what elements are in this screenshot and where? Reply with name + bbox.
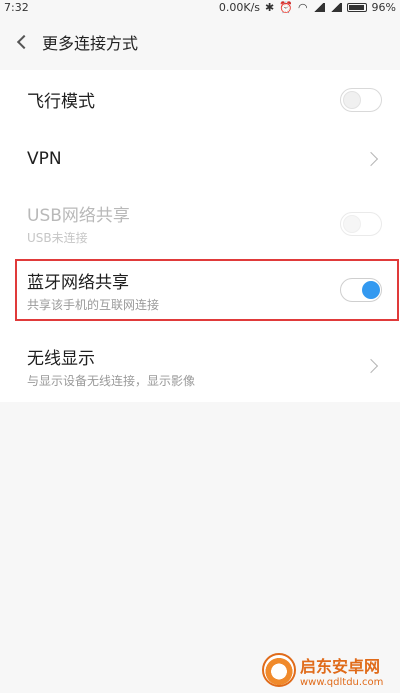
network-speed: 0.00K/s xyxy=(218,0,261,14)
row-subtitle: 与显示设备无线连接，显示影像 xyxy=(27,373,196,388)
airplane-mode-toggle[interactable] xyxy=(340,87,382,112)
row-title: 飞行模式 xyxy=(27,92,95,112)
status-indicators: 0.00K/s ✱ ⏰ ◠ 96% xyxy=(219,1,396,14)
row-wireless-display[interactable]: 无线显示 与显示设备无线连接，显示影像 xyxy=(0,334,400,398)
status-bar: 7:32 0.00K/s ✱ ⏰ ◠ 96% xyxy=(0,0,400,14)
chevron-right-icon xyxy=(363,151,379,166)
back-button[interactable] xyxy=(12,32,32,52)
back-arrow-icon xyxy=(16,34,32,50)
watermark-name: 启东安卓网 xyxy=(300,656,381,676)
row-subtitle: USB未连接 xyxy=(27,231,88,245)
watermark-url: www.qdltdu.com xyxy=(300,676,384,688)
page-title: 更多连接方式 xyxy=(42,34,139,53)
battery-icon xyxy=(346,2,367,12)
chevron-right-icon xyxy=(363,358,379,374)
watermark: 启东安卓网 www.qdltdu.com xyxy=(262,650,398,690)
alarm-icon: ⏰ xyxy=(279,0,293,14)
usb-tethering-toggle[interactable] xyxy=(340,211,382,236)
row-airplane-mode[interactable]: 飞行模式 xyxy=(0,70,400,129)
row-title: 无线显示 xyxy=(27,348,95,369)
header: 更多连接方式 xyxy=(0,14,400,70)
battery-level: 96% xyxy=(371,0,396,14)
bluetooth-icon: ✱ xyxy=(265,0,275,14)
toggle-knob xyxy=(343,90,361,109)
row-title: VPN xyxy=(27,148,62,169)
toggle-knob xyxy=(343,214,361,233)
highlight-box xyxy=(15,259,399,321)
watermark-text: 启东安卓网 www.qdltdu.com xyxy=(300,653,383,688)
wifi-icon: ◠ xyxy=(297,0,308,14)
watermark-logo-icon xyxy=(262,653,296,687)
status-time: 7:32 xyxy=(4,0,29,14)
row-vpn[interactable]: VPN xyxy=(0,129,400,188)
row-usb-tethering[interactable]: USB网络共享 USB未连接 xyxy=(0,191,400,256)
signal-icon-2 xyxy=(329,2,342,12)
signal-icon xyxy=(312,2,325,12)
row-title: USB网络共享 xyxy=(27,206,130,226)
